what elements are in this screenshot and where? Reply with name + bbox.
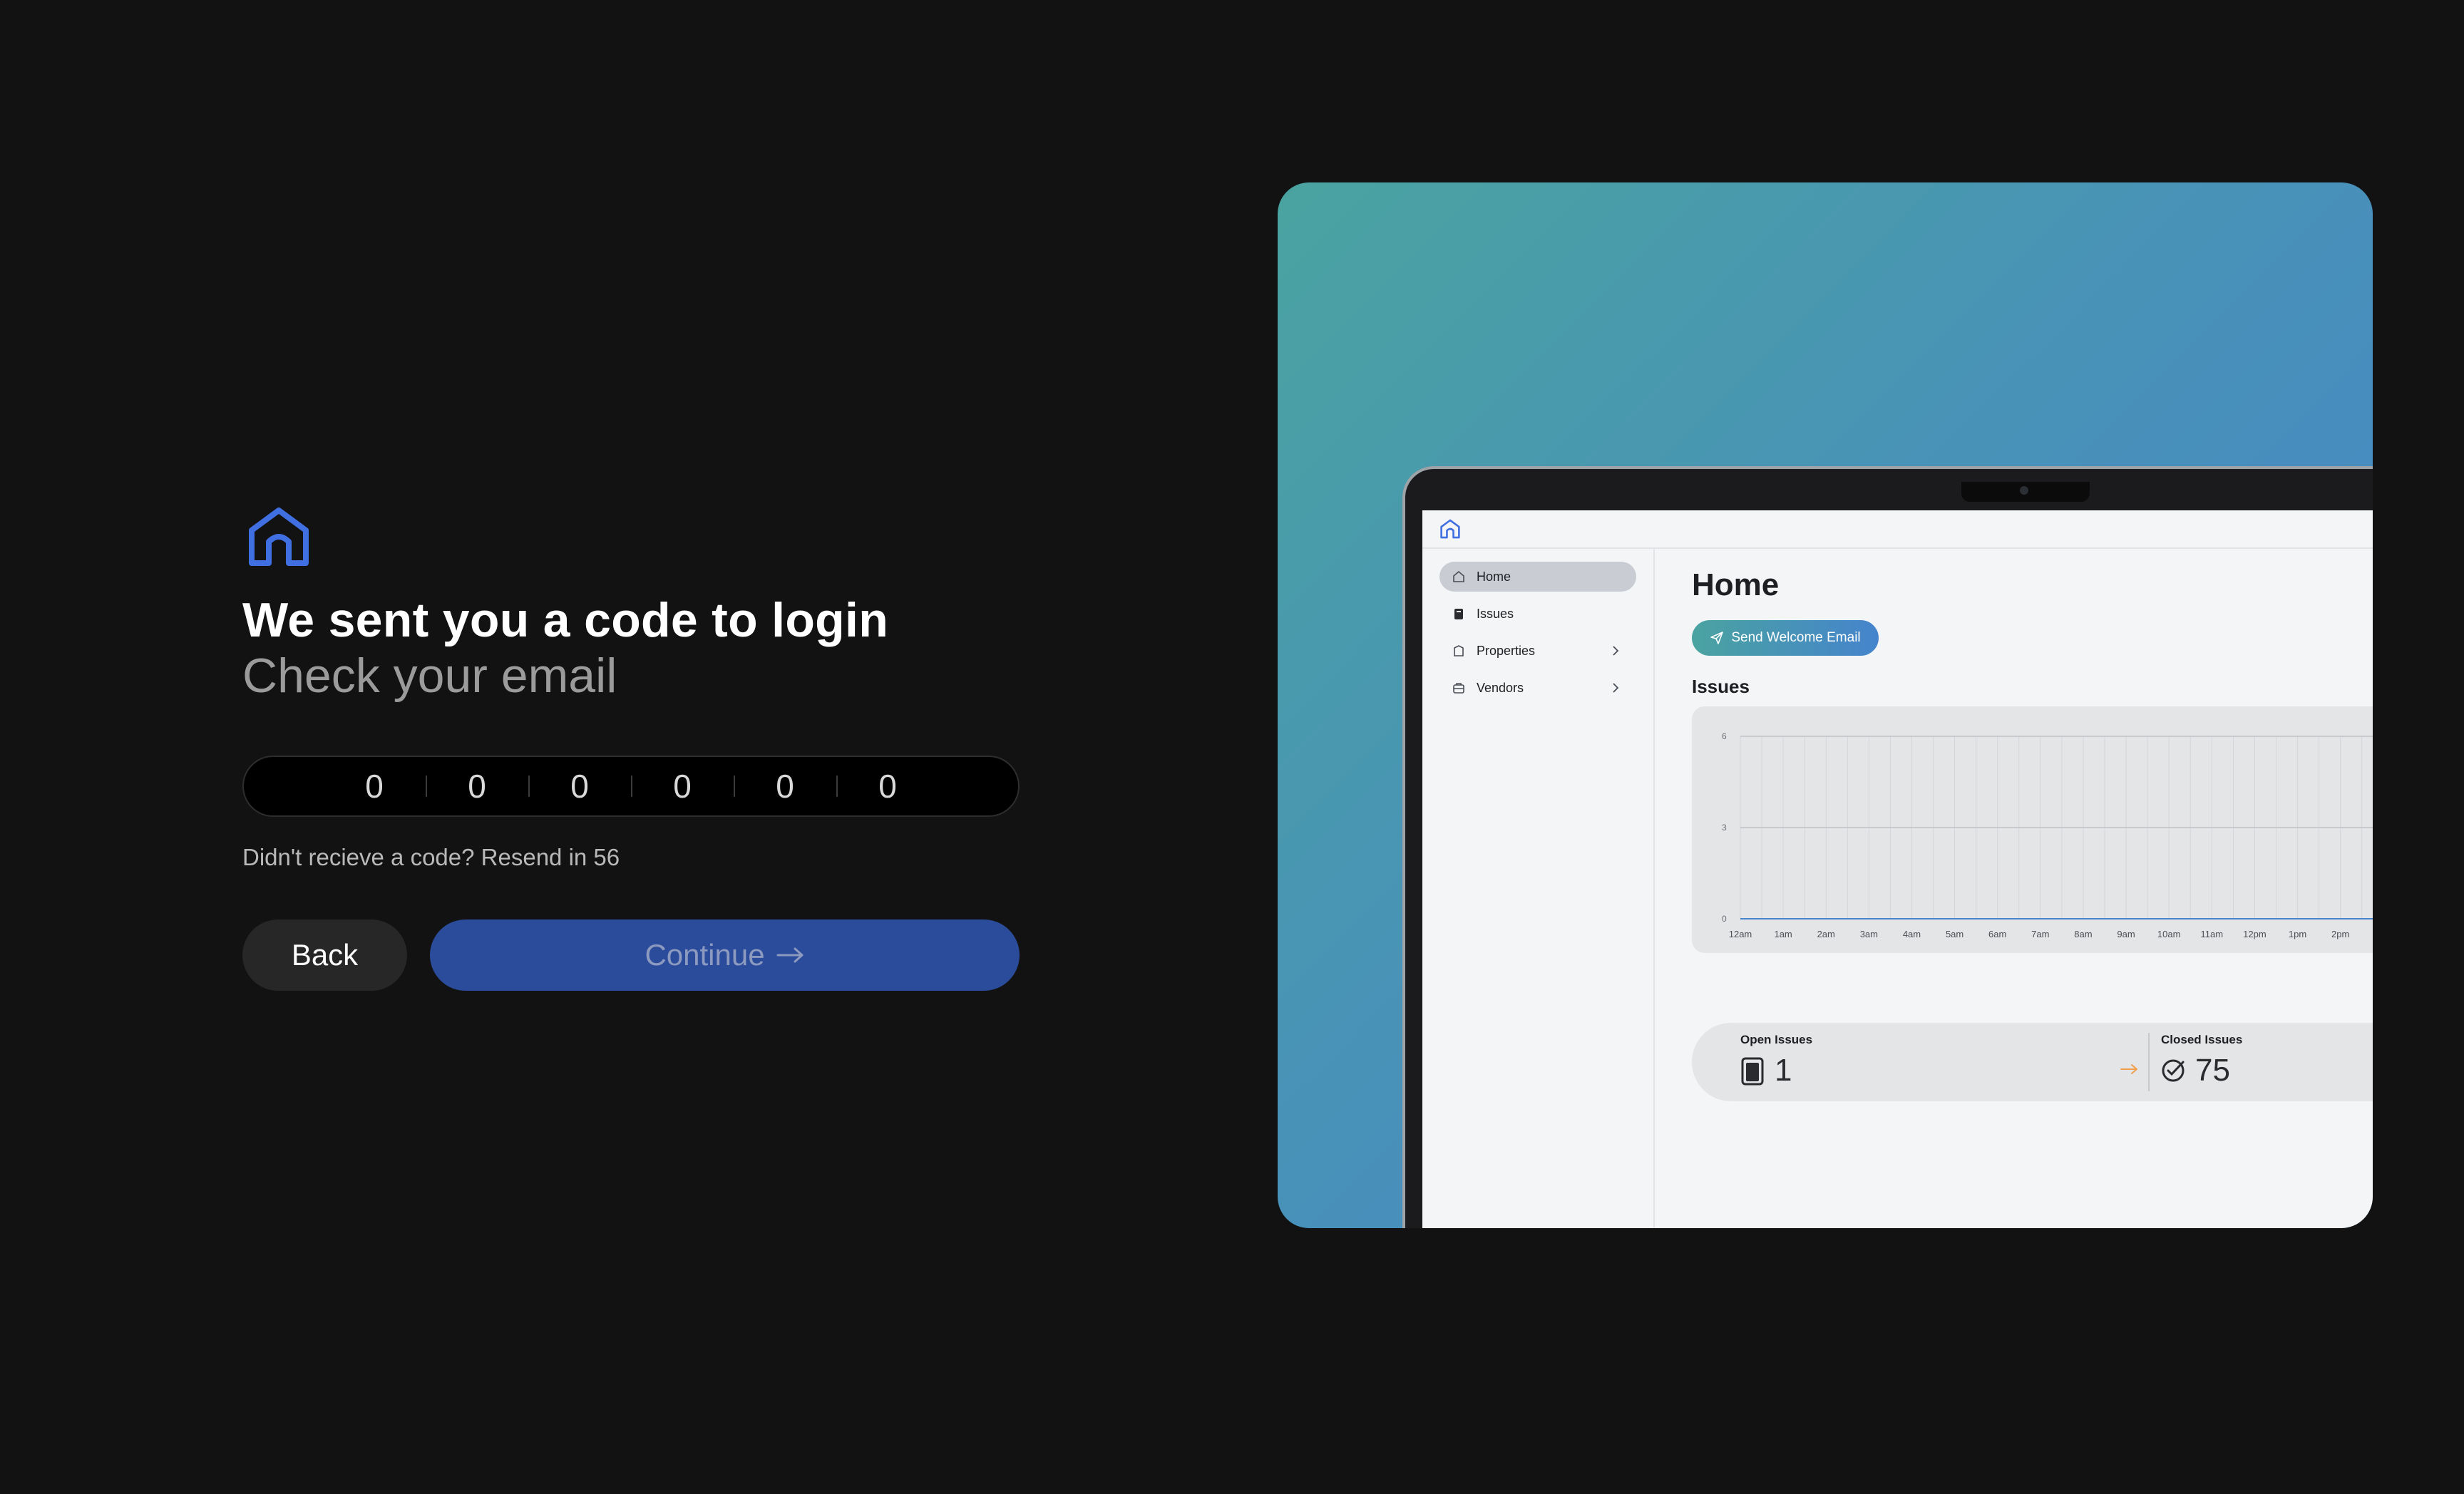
chart-x-tick-label: 9am: [2117, 929, 2135, 939]
check-circle-icon: [2162, 1059, 2185, 1082]
building-icon: [1454, 645, 1464, 656]
page-title: We sent you a code to login: [242, 593, 889, 647]
open-issues-value: 1: [1775, 1053, 1792, 1088]
chart-y-tick-label: 3: [1722, 823, 1727, 833]
login-panel: We sent you a code to login Check your e…: [242, 506, 1020, 991]
code-digit-1[interactable]: 0: [323, 767, 426, 805]
chevron-right-icon: [1613, 646, 1619, 656]
chart-x-tick-label: 5am: [1946, 929, 1963, 939]
verification-code-input[interactable]: 0 0 0 0 0 0: [242, 756, 1020, 818]
send-welcome-email-label: Send Welcome Email: [1731, 630, 1861, 645]
code-digit-2[interactable]: 0: [426, 767, 528, 805]
chart-x-tick-label: 7am: [2031, 929, 2049, 939]
arrow-right-icon: [776, 947, 804, 963]
sidebar-item-properties[interactable]: Properties: [1439, 636, 1636, 666]
clipboard-icon: [1454, 609, 1463, 619]
issues-chart: 0 3 6 12am 1am 2am 3am 4am 5am 6am 7am 8am 9am 10am 11…: [1692, 706, 2373, 953]
app-main-content: Home Send Welcome Email Issues 0 3 6 12am 1a…: [1692, 549, 2373, 1228]
closed-issues-label: Closed Issues: [2161, 1033, 2243, 1046]
home-page-title: Home: [1692, 567, 1780, 602]
sidebar-item-label: Issues: [1477, 606, 1514, 621]
code-digit-3[interactable]: 0: [528, 767, 631, 805]
chart-x-tick-label: 12am: [1729, 929, 1752, 939]
app-topbar: [1422, 510, 2373, 549]
login-actions: Back Continue: [242, 919, 1020, 991]
chart-x-tick-label: 4am: [1903, 929, 1921, 939]
code-digit-5[interactable]: 0: [734, 767, 836, 805]
sidebar-item-label: Home: [1477, 569, 1511, 584]
chart-x-tick-label: 1am: [1774, 929, 1792, 939]
open-issues-stat[interactable]: Open Issues 1: [1740, 1033, 1812, 1088]
chart-x-tick-label: 10am: [2157, 929, 2181, 939]
send-welcome-email-button[interactable]: Send Welcome Email: [1692, 620, 1879, 656]
chart-y-tick-label: 6: [1722, 731, 1727, 741]
closed-issues-stat[interactable]: Closed Issues 75: [2161, 1033, 2242, 1088]
chart-y-tick-label: 0: [1722, 914, 1727, 924]
app-sidebar: Home Issues Properties Vendors: [1422, 549, 1655, 1228]
chart-x-tick-label: 6am: [1988, 929, 2006, 939]
chevron-right-icon: [1613, 683, 1619, 693]
laptop-mockup: Home Issues Properties Vendors Home Send…: [1402, 466, 2373, 1228]
code-digit-4[interactable]: 0: [631, 767, 734, 805]
page-subtitle: Check your email: [242, 649, 617, 704]
resend-code-text: Didn't recieve a code? Resend in 56: [242, 844, 620, 871]
chart-x-tick-label: 1pm: [2289, 929, 2306, 939]
app-preview-panel: Home Issues Properties Vendors Home Send…: [1278, 182, 2373, 1228]
continue-button-label: Continue: [645, 938, 765, 972]
open-issues-label: Open Issues: [1740, 1033, 1813, 1046]
sidebar-item-home[interactable]: Home: [1439, 562, 1636, 592]
back-button[interactable]: Back: [242, 919, 407, 991]
issues-chart-svg: 0 3 6 12am 1am 2am 3am 4am 5am 6am 7am 8am 9am 10am 11…: [1722, 731, 2373, 939]
sidebar-item-label: Properties: [1477, 643, 1536, 658]
chart-x-tick-label: 8am: [2074, 929, 2092, 939]
chart-x-tick-label: 2am: [1817, 929, 1835, 939]
chart-x-tick-label: 2pm: [2331, 929, 2349, 939]
briefcase-icon: [1453, 683, 1464, 694]
arrow-right-icon[interactable]: [2120, 1063, 2140, 1076]
send-icon: [1710, 632, 1724, 644]
code-digit-6[interactable]: 0: [836, 767, 939, 805]
clipboard-icon: [1741, 1057, 1764, 1086]
sidebar-item-label: Vendors: [1477, 680, 1524, 695]
sidebar-item-vendors[interactable]: Vendors: [1439, 673, 1636, 703]
issues-stats-card: Open Issues 1 Closed Issues 75: [1692, 1023, 2373, 1101]
stats-divider: [2148, 1033, 2150, 1091]
issues-heading: Issues: [1692, 676, 1750, 697]
chart-x-tick-label: 11am: [2201, 929, 2224, 939]
chart-x-tick-label: 12pm: [2243, 929, 2267, 939]
home-icon: [1453, 570, 1464, 582]
continue-button[interactable]: Continue: [430, 919, 1020, 991]
chart-x-tick-label: 3am: [1860, 929, 1878, 939]
closed-issues-value: 75: [2195, 1053, 2230, 1088]
home-logo-icon: [1440, 519, 1460, 539]
chart-series-line: [1740, 918, 2373, 919]
laptop-screen: Home Issues Properties Vendors Home Send…: [1422, 510, 2373, 1228]
home-logo-icon: [249, 508, 309, 566]
camera-icon: [2020, 486, 2028, 495]
sidebar-item-issues[interactable]: Issues: [1439, 599, 1636, 629]
